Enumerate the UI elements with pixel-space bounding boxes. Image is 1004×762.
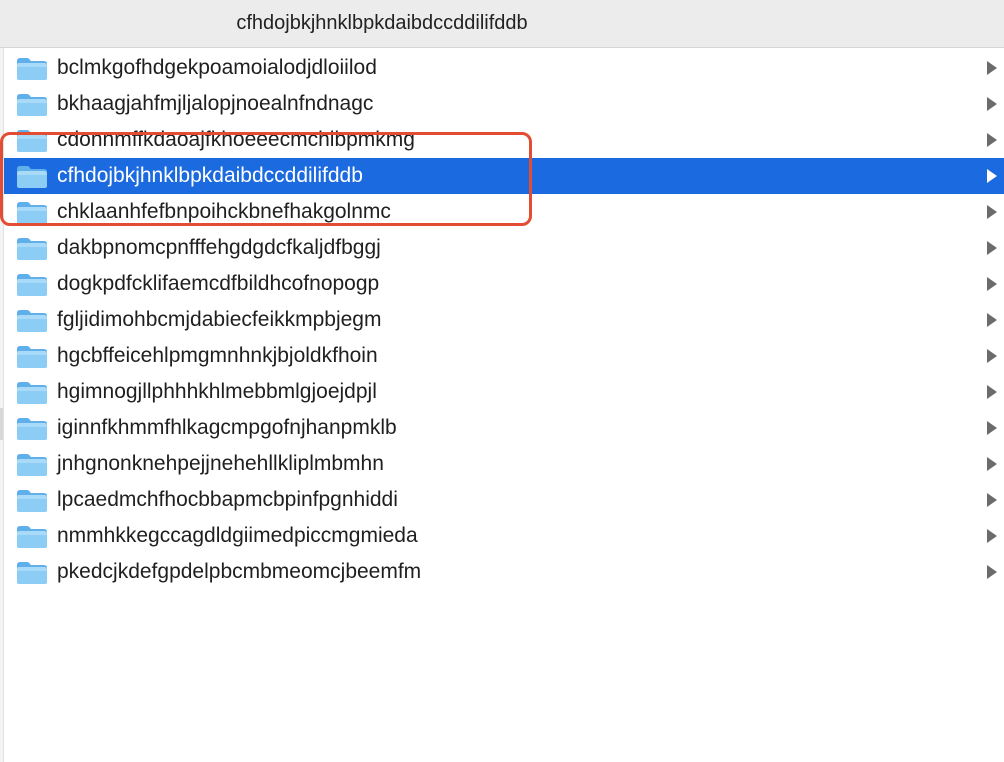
chevron-right-icon <box>986 169 998 183</box>
scrollbar-thumb[interactable] <box>0 408 3 440</box>
list-item[interactable]: hgimnogjllphhhkhlmebbmlgjoejdpjl <box>4 374 1004 410</box>
column-header: cfhdojbkjhnklbpkdaibdccddilifddb <box>0 0 1004 48</box>
list-item-label: iginnfkhmmfhlkagcmpgofnjhanpmklb <box>57 416 397 439</box>
list-item[interactable]: hgcbffeicehlpmgmnhnkjbjoldkfhoin <box>4 338 1004 374</box>
list-item-label: lpcaedmchfhocbbapmcbpinfpgnhiddi <box>57 488 398 511</box>
list-item-label: dakbpnomcpnfffehgdgdcfkaljdfbggj <box>57 236 381 259</box>
list-item-selected[interactable]: cfhdojbkjhnklbpkdaibdccddilifddb <box>4 158 1004 194</box>
list-item-label: cdonnmffkdaoajfkhoeeecmchibpmkmg <box>57 128 415 151</box>
list-item-label: nmmhkkegccagdldgiimedpiccmgmieda <box>57 524 418 547</box>
list-item-label: fgljidimohbcmjdabiecfeikkmpbjegm <box>57 308 382 331</box>
list-item[interactable]: fgljidimohbcmjdabiecfeikkmpbjegm <box>4 302 1004 338</box>
list-item[interactable]: iginnfkhmmfhlkagcmpgofnjhanpmklb <box>4 410 1004 446</box>
folder-icon <box>16 561 48 585</box>
list-item-label: bclmkgofhdgekpoamoialodjdloiilod <box>57 56 377 79</box>
folder-icon <box>16 129 48 153</box>
folder-icon <box>16 309 48 333</box>
list-item-label: dogkpdfcklifaemcdfbildhcofnopogp <box>57 272 380 295</box>
list-item[interactable]: chklaanhfefbnpoihckbnefhakgolnmc <box>4 194 1004 230</box>
chevron-right-icon <box>986 241 998 255</box>
list-item[interactable]: nmmhkkegccagdldgiimedpiccmgmieda <box>4 518 1004 554</box>
list-item-label: chklaanhfefbnpoihckbnefhakgolnmc <box>57 200 391 223</box>
folder-icon <box>16 453 48 477</box>
chevron-right-icon <box>986 277 998 291</box>
list-item-label: cfhdojbkjhnklbpkdaibdccddilifddb <box>57 164 363 187</box>
folder-icon <box>16 381 48 405</box>
folder-icon <box>16 57 48 81</box>
folder-icon <box>16 273 48 297</box>
chevron-right-icon <box>986 493 998 507</box>
list-item[interactable]: bclmkgofhdgekpoamoialodjdloiilod <box>4 50 1004 86</box>
chevron-right-icon <box>986 385 998 399</box>
folder-icon <box>16 237 48 261</box>
list-item[interactable]: jnhgnonknehpejjnehehllkliplmbmhn <box>4 446 1004 482</box>
folder-icon <box>16 417 48 441</box>
chevron-right-icon <box>986 205 998 219</box>
chevron-right-icon <box>986 133 998 147</box>
chevron-right-icon <box>986 313 998 327</box>
list-item[interactable]: dogkpdfcklifaemcdfbildhcofnopogp <box>4 266 1004 302</box>
column-title: cfhdojbkjhnklbpkdaibdccddilifddb <box>236 12 528 34</box>
chevron-right-icon <box>986 529 998 543</box>
list-item-label: pkedcjkdefgpdelpbcmbmeomcjbeemfm <box>57 560 422 583</box>
chevron-right-icon <box>986 457 998 471</box>
folder-icon <box>16 489 48 513</box>
list-item-label: hgimnogjllphhhkhlmebbmlgjoejdpjl <box>57 380 377 403</box>
list-item[interactable]: dakbpnomcpnfffehgdgdcfkaljdfbggj <box>4 230 1004 266</box>
list-item[interactable]: cdonnmffkdaoajfkhoeeecmchibpmkmg <box>4 122 1004 158</box>
finder-column-view: cfhdojbkjhnklbpkdaibdccddilifddb bclmkgo… <box>0 0 1004 762</box>
folder-icon <box>16 345 48 369</box>
folder-icon <box>16 165 48 189</box>
chevron-right-icon <box>986 97 998 111</box>
list-item[interactable]: bkhaagjahfmjljalopjnoealnfndnagc <box>4 86 1004 122</box>
list-item-label: bkhaagjahfmjljalopjnoealnfndnagc <box>57 92 374 115</box>
list-item[interactable]: lpcaedmchfhocbbapmcbpinfpgnhiddi <box>4 482 1004 518</box>
list-item-label: hgcbffeicehlpmgmnhnkjbjoldkfhoin <box>57 344 378 367</box>
chevron-right-icon <box>986 61 998 75</box>
list-item[interactable]: pkedcjkdefgpdelpbcmbmeomcjbeemfm <box>4 554 1004 590</box>
folder-icon <box>16 201 48 225</box>
chevron-right-icon <box>986 421 998 435</box>
chevron-right-icon <box>986 349 998 363</box>
folder-icon <box>16 93 48 117</box>
folder-list: bclmkgofhdgekpoamoialodjdloiilod bkhaagj… <box>4 50 1004 590</box>
folder-icon <box>16 525 48 549</box>
list-item-label: jnhgnonknehpejjnehehllkliplmbmhn <box>57 452 384 475</box>
chevron-right-icon <box>986 565 998 579</box>
